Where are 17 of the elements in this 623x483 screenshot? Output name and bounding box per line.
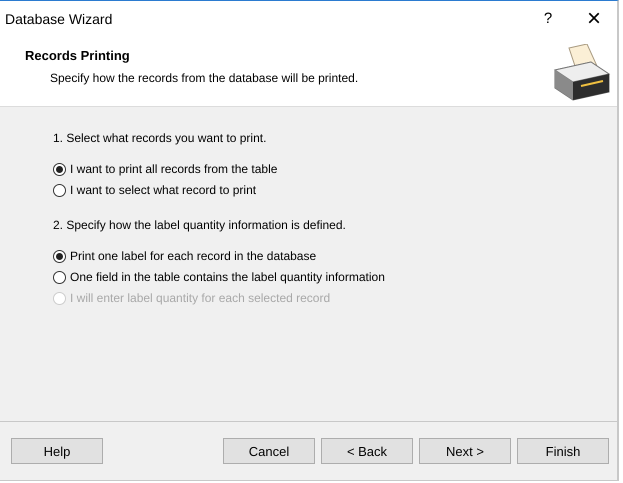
radio-option[interactable]: I want to print all records from the table [53, 162, 278, 176]
radio-option[interactable]: I want to select what record to print [53, 183, 256, 197]
printer-icon [551, 44, 611, 102]
radio-option[interactable]: One field in the table contains the label quantity information [53, 270, 385, 284]
help-button[interactable]: ? [525, 2, 571, 36]
dialog-button[interactable]: Next > [419, 438, 511, 464]
dialog-button[interactable]: Finish [517, 438, 609, 464]
section-heading: 2. Specify how the label quantity information is defined. [53, 218, 347, 232]
close-button[interactable]: × [571, 2, 617, 36]
page-subtitle: Specify how the records from the database will be printed. [50, 71, 358, 85]
section-heading: 1. Select what records you want to print. [53, 131, 268, 145]
dialog-button[interactable]: < Back [321, 438, 413, 464]
window-title: Database Wizard [5, 10, 112, 26]
radio-option[interactable]: Print one label for each record in the database [53, 249, 316, 263]
dialog-button[interactable]: Cancel [223, 438, 315, 464]
help-button[interactable]: Help [11, 438, 103, 464]
page-title: Records Printing [25, 48, 131, 63]
